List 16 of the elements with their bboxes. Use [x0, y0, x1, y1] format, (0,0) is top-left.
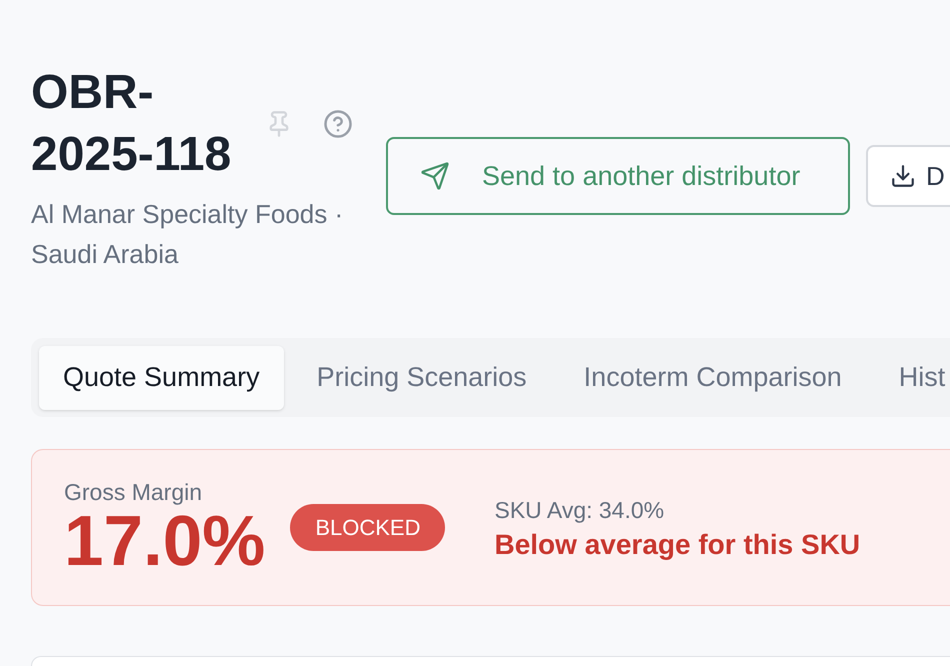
- help-icon[interactable]: [323, 109, 353, 139]
- tab[interactable]: Pricing Scenarios: [292, 346, 551, 410]
- warning-message: Below average for this SKU: [494, 528, 860, 562]
- quote-title: OBR-2025-118: [31, 65, 232, 183]
- tab[interactable]: Incoterm Comparison: [560, 346, 866, 410]
- send-icon: [420, 161, 450, 191]
- sku-average: SKU Avg: 34.0%: [494, 496, 666, 525]
- margin-label: Gross Margin: [64, 478, 204, 506]
- download-button[interactable]: D: [866, 145, 950, 207]
- status-badge: BLOCKED: [290, 504, 446, 552]
- tab[interactable]: Hist: [874, 346, 950, 410]
- tab[interactable]: Quote Summary: [39, 346, 284, 410]
- send-button[interactable]: Send to another distributor: [386, 137, 850, 215]
- download-icon: [890, 163, 916, 189]
- customer-subtitle: Al Manar Specialty Foods · Saudi Arabia: [31, 198, 344, 271]
- margin-value: 17.0%: [64, 506, 266, 578]
